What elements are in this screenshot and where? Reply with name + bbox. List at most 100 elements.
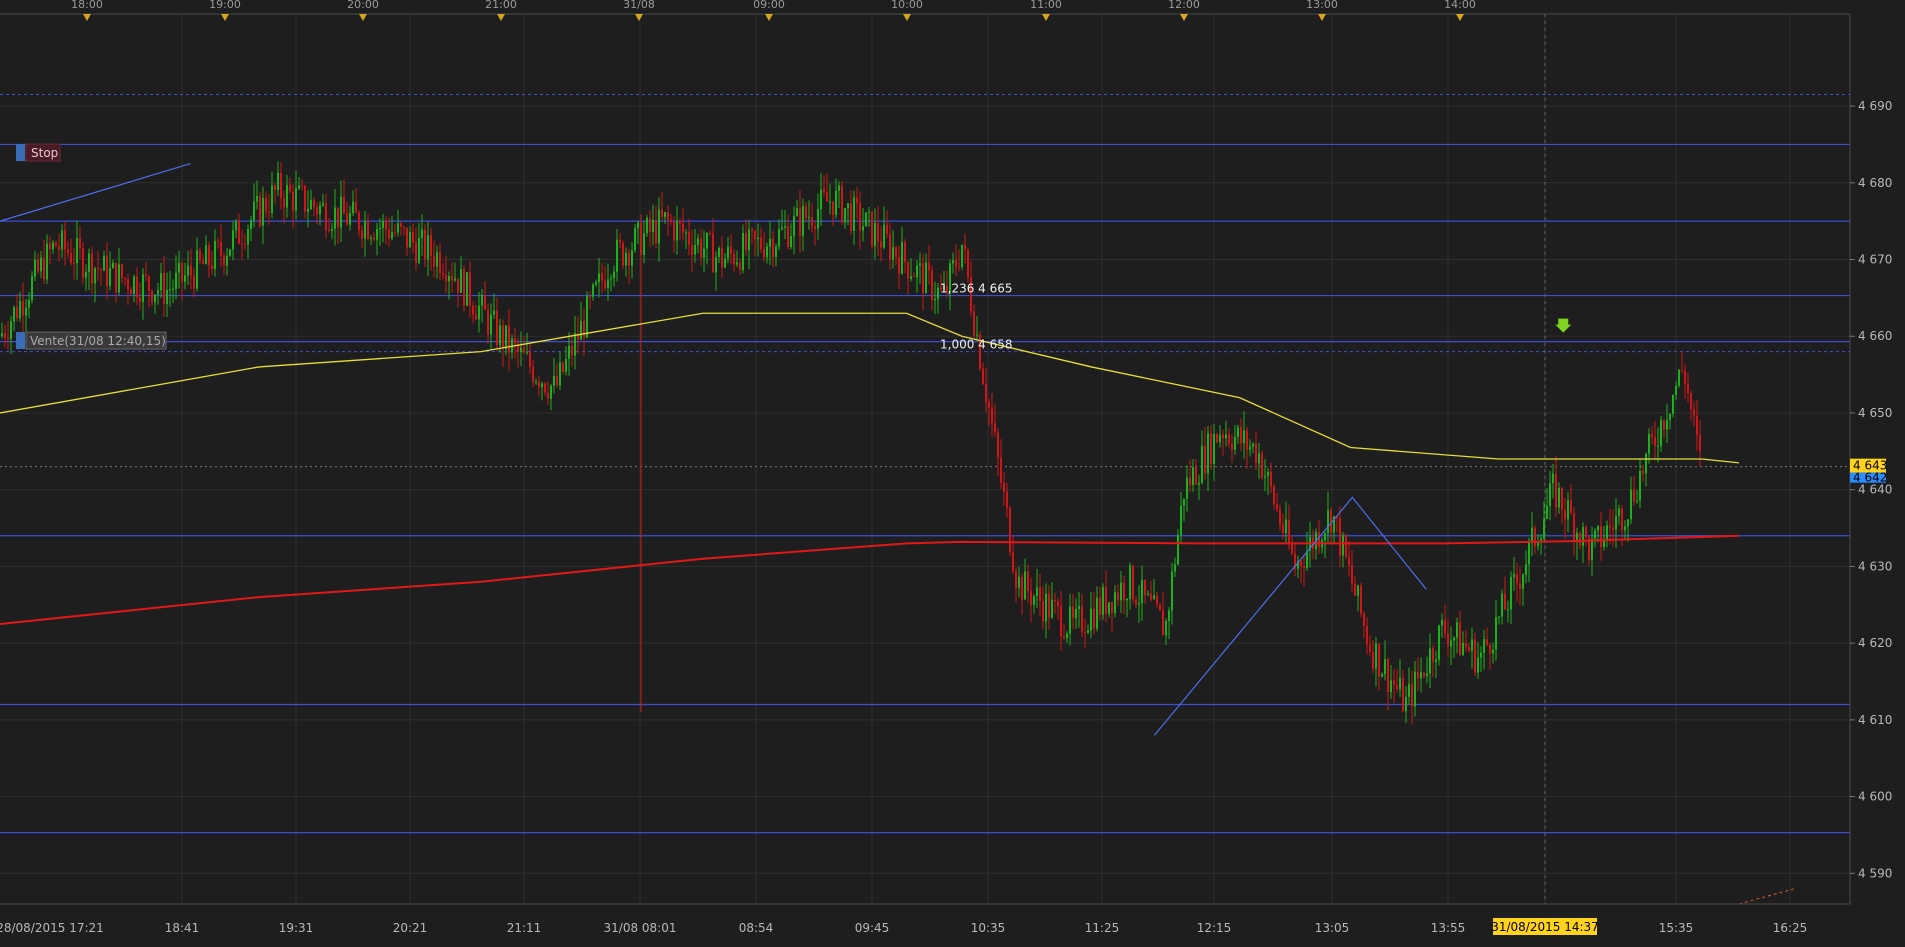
candle-body (1411, 684, 1413, 707)
candle-body (1276, 504, 1278, 510)
candle-body (313, 199, 315, 208)
candle-body (481, 294, 483, 306)
candle-body (1147, 593, 1149, 595)
candle-body (265, 197, 267, 212)
candle-body (1120, 582, 1122, 601)
candle-body (1291, 544, 1293, 554)
candle-body (913, 276, 915, 278)
candle-body (976, 334, 978, 336)
candle-body (589, 296, 591, 298)
candle-body (472, 305, 474, 315)
candle-body (187, 265, 189, 276)
candle-body (166, 289, 168, 305)
candle-body (1609, 525, 1611, 528)
candle-body (1360, 585, 1362, 614)
candle-body (694, 244, 696, 255)
candle-body (700, 238, 702, 258)
candle-body (1024, 571, 1026, 600)
candle-body (370, 237, 372, 239)
candle-body (1492, 649, 1494, 654)
candle-body (1054, 599, 1056, 602)
candle-body (7, 337, 9, 340)
candle-body (439, 252, 441, 273)
candle-body (67, 249, 69, 253)
candle-body (1369, 644, 1371, 653)
candle-body (829, 201, 831, 203)
candle-body (1615, 515, 1617, 530)
candle-body (703, 248, 705, 258)
candle-body (1519, 583, 1521, 589)
candle-body (892, 247, 894, 260)
candle-body (409, 232, 411, 248)
candle-body (310, 199, 312, 209)
candle-body (1114, 592, 1116, 614)
y-tick-label: 4 640 (1858, 483, 1892, 497)
top-axis-label: 13:00 (1306, 0, 1338, 11)
candle-body (487, 309, 489, 335)
candle-body (1510, 577, 1512, 610)
candle-body (823, 189, 825, 193)
candle-body (664, 212, 666, 218)
candle-body (1543, 519, 1545, 539)
candle-body (217, 241, 219, 243)
candle-body (853, 197, 855, 231)
candle-body (529, 351, 531, 367)
candle-body (97, 268, 99, 270)
candle-body (1666, 420, 1668, 430)
candle-body (625, 252, 627, 266)
candle-body (952, 260, 954, 264)
y-tick-label: 4 590 (1858, 866, 1892, 880)
top-axis-label: 09:00 (753, 0, 785, 11)
price-chart-svg[interactable]: 18:00 19:00 20:00 21:00 31/08 09:00 10:00 11:00… (0, 0, 1905, 947)
candle-body (1648, 434, 1650, 454)
candle-body (1414, 671, 1416, 707)
candle-body (436, 252, 438, 267)
candle-body (781, 227, 783, 230)
candle-body (1012, 552, 1014, 572)
candle-body (1162, 610, 1164, 636)
candle-body (1075, 608, 1077, 619)
candle-body (388, 229, 390, 239)
candle-body (337, 207, 339, 228)
candle-body (469, 272, 471, 306)
candle-body (1462, 642, 1464, 655)
candle-body (307, 208, 309, 212)
candle-body (802, 206, 804, 236)
candle-body (355, 201, 357, 213)
candle-body (154, 294, 156, 303)
candle-body (1093, 608, 1095, 629)
candle-body (532, 366, 534, 383)
candle-body (31, 276, 33, 301)
candle-body (1267, 471, 1269, 477)
candle-body (766, 246, 768, 258)
candle-body (754, 230, 756, 239)
candle-body (793, 215, 795, 237)
candle-body (115, 262, 117, 293)
candle-body (1663, 420, 1665, 430)
candle-body (181, 262, 183, 282)
top-axis-label: 18:00 (71, 0, 103, 11)
candle-body (676, 220, 678, 241)
candle-body (1402, 677, 1404, 712)
candle-body (1240, 427, 1242, 444)
candle-body (658, 209, 660, 244)
candle-body (442, 272, 444, 275)
candle-body (1042, 601, 1044, 622)
candle-body (862, 226, 864, 231)
candle-body (685, 232, 687, 234)
candle-body (82, 248, 84, 278)
bottom-axis-label: 10:35 (971, 921, 1006, 935)
candle-body (1126, 598, 1128, 601)
candle-body (1096, 597, 1098, 629)
candle-body (76, 238, 78, 264)
trading-chart[interactable]: 18:00 19:00 20:00 21:00 31/08 09:00 10:00 11:00… (0, 0, 1905, 947)
candle-body (838, 185, 840, 191)
candle-body (211, 265, 213, 270)
candle-body (1363, 613, 1365, 626)
candle-body (274, 185, 276, 190)
candle-body (1243, 430, 1245, 444)
candle-body (448, 276, 450, 282)
candle-body (43, 257, 45, 280)
candle-body (1684, 370, 1686, 384)
candle-body (1579, 532, 1581, 546)
